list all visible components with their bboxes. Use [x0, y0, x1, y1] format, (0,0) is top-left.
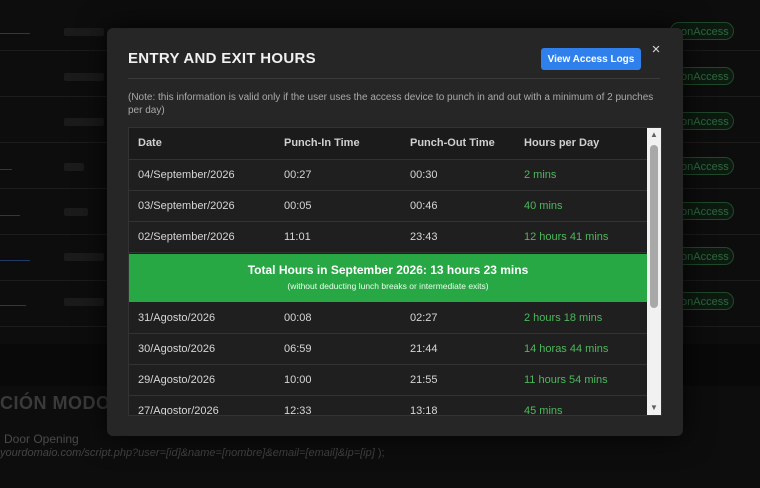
cell-punch-in: 12:33 [284, 405, 312, 416]
column-header-hours: Hours per Day [524, 137, 600, 149]
cell-punch-in: 11:01 [284, 231, 311, 243]
modal-divider [128, 78, 660, 79]
cell-punch-out: 21:44 [410, 343, 438, 355]
bg-script-url: yourdomaio.com/script.php?user=[id]&name… [0, 447, 385, 459]
bg-script-url-tail: ); [374, 447, 385, 459]
cell-date: 30/Agosto/2026 [138, 343, 216, 355]
cell-punch-in: 10:00 [284, 374, 312, 386]
table-row: 04/September/2026 00:27 00:30 2 mins [129, 160, 647, 191]
bg-cell [64, 298, 104, 306]
column-header-punch-out: Punch-Out Time [410, 137, 495, 149]
scroll-up-icon[interactable]: ▲ [647, 129, 661, 141]
cell-punch-out: 23:43 [410, 231, 438, 243]
cell-date: 03/September/2026 [138, 200, 235, 212]
cell-hours: 12 hours 41 mins [524, 231, 609, 243]
bg-row-link[interactable] [0, 24, 30, 34]
bg-cell [64, 163, 84, 171]
month-total-subtext: (without deducting lunch breaks or inter… [287, 281, 489, 291]
table-row: 02/September/2026 11:01 23:43 12 hours 4… [129, 222, 647, 253]
view-access-logs-button[interactable]: View Access Logs [541, 48, 641, 70]
cell-hours: 2 hours 18 mins [524, 312, 603, 324]
cell-hours: 14 horas 44 mins [524, 343, 609, 355]
cell-date: 02/September/2026 [138, 231, 235, 243]
cell-punch-in: 06:59 [284, 343, 312, 355]
column-header-punch-in: Punch-In Time [284, 137, 360, 149]
hours-table: Date Punch-In Time Punch-Out Time Hours … [128, 127, 662, 416]
cell-punch-in: 00:27 [284, 169, 312, 181]
table-row: 31/Agosto/2026 00:08 02:27 2 hours 18 mi… [129, 303, 647, 334]
cell-punch-out: 13:18 [410, 405, 438, 416]
cell-punch-in: 00:08 [284, 312, 312, 324]
bg-cell [64, 73, 104, 81]
bg-cell [64, 253, 104, 261]
bg-row-link[interactable] [0, 296, 26, 306]
bg-door-opening-label: Door Opening [4, 432, 79, 446]
cell-punch-out: 21:55 [410, 374, 438, 386]
entry-exit-hours-modal: ENTRY AND EXIT HOURS View Access Logs × … [107, 28, 683, 436]
table-row: 29/Agosto/2026 10:00 21:55 11 hours 54 m… [129, 365, 647, 396]
column-header-date: Date [138, 137, 162, 149]
cell-hours: 45 mins [524, 405, 563, 416]
modal-note: (Note: this information is valid only if… [128, 92, 654, 116]
table-scrollbar[interactable]: ▲ ▼ [647, 128, 661, 415]
cell-punch-in: 00:05 [284, 200, 312, 212]
bg-row-link[interactable] [0, 251, 30, 261]
cell-date: 27/Agostor/2026 [138, 405, 219, 416]
scrollbar-thumb[interactable] [650, 145, 658, 308]
scroll-down-icon[interactable]: ▼ [647, 402, 661, 414]
modal-title: ENTRY AND EXIT HOURS [128, 50, 316, 67]
cell-punch-out: 00:30 [410, 169, 438, 181]
bg-cell [64, 208, 88, 216]
cell-hours: 40 mins [524, 200, 563, 212]
month-total-banner: Total Hours in September 2026: 13 hours … [129, 254, 647, 302]
month-total-text: Total Hours in September 2026: 13 hours … [247, 263, 529, 277]
cell-punch-out: 02:27 [410, 312, 438, 324]
cell-date: 04/September/2026 [138, 169, 235, 181]
bg-script-url-text: yourdomaio.com/script.php?user=[id]&name… [0, 447, 375, 459]
bg-cell [64, 28, 104, 36]
cell-date: 29/Agosto/2026 [138, 374, 216, 386]
bg-cell [64, 118, 104, 126]
table-row: 30/Agosto/2026 06:59 21:44 14 horas 44 m… [129, 334, 647, 365]
table-row: 27/Agostor/2026 12:33 13:18 45 mins [129, 396, 647, 416]
cell-date: 31/Agosto/2026 [138, 312, 216, 324]
close-icon[interactable]: × [649, 42, 663, 58]
table-header: Date Punch-In Time Punch-Out Time Hours … [129, 128, 647, 160]
bg-row-link[interactable] [0, 160, 12, 170]
cell-punch-out: 00:46 [410, 200, 438, 212]
table-row: 03/September/2026 00:05 00:46 40 mins [129, 191, 647, 222]
bg-row-link[interactable] [0, 206, 20, 216]
cell-hours: 2 mins [524, 169, 557, 181]
cell-hours: 11 hours 54 mins [524, 374, 608, 386]
